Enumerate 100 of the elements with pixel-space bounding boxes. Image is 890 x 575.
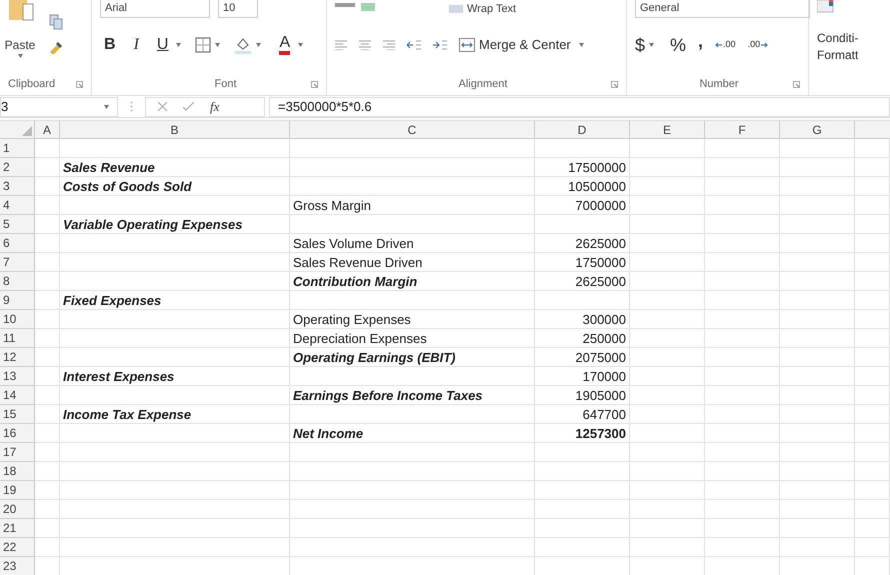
row-header[interactable]: 22 (0, 538, 35, 557)
table-cell (855, 139, 890, 158)
caret-icon (578, 43, 584, 47)
row-header[interactable]: 5 (0, 215, 35, 234)
insert-function-button[interactable]: fx (210, 96, 220, 116)
row-header[interactable]: 14 (0, 386, 35, 405)
column-header[interactable]: G (780, 121, 855, 139)
column-header[interactable]: B (60, 121, 290, 139)
row-header[interactable]: 3 (0, 177, 35, 196)
align-left-icon[interactable] (335, 40, 347, 50)
drag-handle-icon[interactable] (130, 101, 133, 112)
cancel-icon[interactable] (158, 102, 167, 111)
table-cell: Interest Expenses (60, 367, 290, 386)
row-header[interactable]: 13 (0, 367, 35, 386)
row-header[interactable]: 1 (0, 139, 35, 158)
table-cell: 1257300 (535, 424, 630, 443)
table-cell (35, 386, 60, 405)
paste-button[interactable]: Paste (4, 36, 36, 54)
align-right-icon[interactable] (383, 40, 395, 50)
row-header[interactable]: 23 (0, 557, 35, 575)
comma-button[interactable]: , (698, 28, 704, 54)
decrease-indent-icon[interactable] (407, 40, 421, 50)
table-cell: Operating Expenses (290, 310, 535, 329)
format-painter-icon[interactable] (48, 40, 64, 54)
bold-button[interactable]: B (100, 33, 120, 57)
table-cell: 7000000 (535, 196, 630, 215)
align-center-icon[interactable] (359, 40, 371, 50)
fill-color-icon[interactable] (234, 36, 252, 54)
font-name-field[interactable]: Arial (100, 0, 210, 18)
table-cell (855, 215, 890, 234)
table-cell (855, 196, 890, 215)
row-header[interactable]: 12 (0, 348, 35, 367)
conditional-formatting-button[interactable]: Conditi- Formatt (817, 30, 858, 64)
row-header[interactable]: 11 (0, 329, 35, 348)
column-header[interactable]: F (705, 121, 780, 139)
font-size-field[interactable]: 10 (218, 0, 258, 18)
table-cell: 17500000 (535, 158, 630, 177)
copy-icon[interactable] (49, 14, 63, 30)
name-box[interactable]: 3 (0, 96, 118, 116)
arrow-right-icon (761, 42, 768, 48)
row-header[interactable]: 4 (0, 196, 35, 215)
formula-field[interactable]: =3500000*5*0.6 (269, 96, 890, 116)
row-header[interactable]: 7 (0, 253, 35, 272)
row-header[interactable]: 21 (0, 519, 35, 538)
decrease-decimal-button[interactable]: .00 (748, 38, 768, 52)
table-cell (35, 272, 60, 291)
row-header[interactable]: 6 (0, 234, 35, 253)
table-cell (855, 500, 890, 519)
row-header[interactable]: 2 (0, 158, 35, 177)
row-header[interactable]: 19 (0, 481, 35, 500)
table-cell (35, 196, 60, 215)
percent-button[interactable]: % (670, 32, 686, 58)
column-header[interactable]: A (35, 121, 60, 139)
row-header[interactable]: 20 (0, 500, 35, 519)
wrap-text-icon (449, 5, 463, 13)
table-cell (35, 329, 60, 348)
dialog-launcher-icon[interactable] (76, 80, 83, 88)
dialog-launcher-icon[interactable] (610, 80, 618, 88)
row-header[interactable]: 15 (0, 405, 35, 424)
merge-center-button[interactable]: Merge & Center (479, 35, 571, 55)
increase-decimal-button[interactable]: .00 (715, 38, 736, 52)
table-cell (35, 310, 60, 329)
row-header[interactable]: 16 (0, 424, 35, 443)
wrap-text-button[interactable]: Wrap Text (449, 0, 516, 18)
column-header[interactable]: E (630, 121, 705, 139)
borders-icon[interactable] (195, 37, 212, 53)
column-header[interactable]: C (290, 121, 535, 139)
table-cell: 1905000 (535, 386, 630, 405)
table-cell (855, 462, 890, 481)
table-cell (855, 386, 890, 405)
table-cell (35, 500, 60, 519)
font-color-button[interactable]: A (275, 35, 294, 55)
table-cell (35, 443, 60, 462)
table-cell (35, 234, 60, 253)
italic-button[interactable]: I (130, 33, 143, 57)
row-header[interactable]: 9 (0, 291, 35, 310)
row-header[interactable]: 10 (0, 310, 35, 329)
underline-button[interactable]: U (152, 33, 172, 57)
row-header[interactable]: 18 (0, 462, 35, 481)
table-cell: 2075000 (535, 348, 630, 367)
arrow-left-icon (715, 42, 722, 48)
table-cell (855, 158, 890, 177)
table-cell (35, 462, 60, 481)
dialog-launcher-icon[interactable] (793, 80, 800, 88)
group-label: Font (214, 77, 236, 92)
merge-icon[interactable] (459, 38, 475, 52)
table-cell (855, 367, 890, 386)
table-cell (35, 177, 60, 196)
dialog-launcher-icon[interactable] (310, 80, 318, 88)
row-header[interactable]: 17 (0, 443, 35, 462)
table-cell: 2625000 (535, 272, 630, 291)
table-cell (35, 158, 60, 177)
enter-icon[interactable] (183, 102, 194, 111)
caret-icon (18, 54, 22, 58)
increase-indent-icon[interactable] (433, 40, 447, 50)
number-format-field[interactable]: General (635, 0, 810, 18)
row-header[interactable]: 8 (0, 272, 35, 291)
column-header[interactable]: D (535, 121, 630, 139)
currency-button[interactable]: $ (635, 32, 646, 58)
table-cell (35, 139, 60, 158)
